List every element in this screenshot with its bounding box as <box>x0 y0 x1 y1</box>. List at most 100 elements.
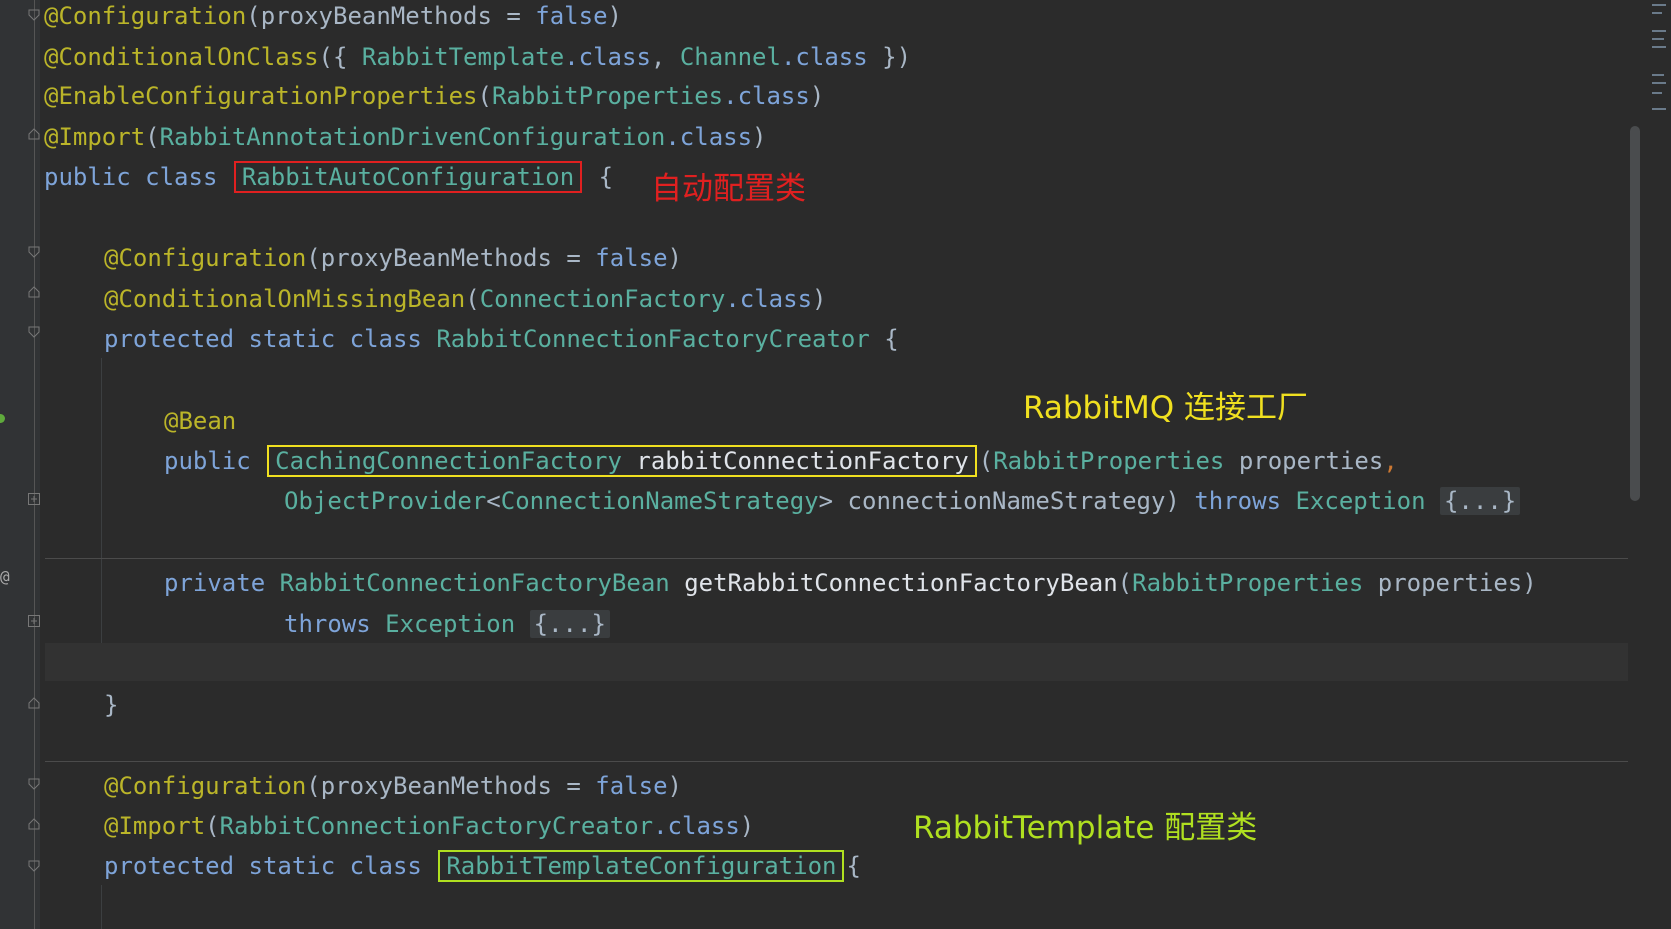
code-text: < <box>486 487 501 515</box>
code-line[interactable]: @Import(RabbitAnnotationDrivenConfigurat… <box>44 117 767 157</box>
code-text: { <box>869 325 899 353</box>
keyword: .class <box>725 285 813 313</box>
method-name: getRabbitConnectionFactoryBean <box>684 569 1118 597</box>
code-line[interactable]: @Bean <box>164 401 236 441</box>
method-separator <box>45 558 1640 559</box>
code-text: (proxyBeanMethods = <box>246 2 536 30</box>
override-marker-icon[interactable]: @ <box>0 567 10 586</box>
minimap-mark <box>1652 82 1666 84</box>
keyword: protected static class <box>104 852 437 880</box>
fold-close-icon[interactable] <box>28 818 40 830</box>
keyword: false <box>535 2 608 30</box>
code-line[interactable]: public class RabbitAutoConfiguration { <box>44 157 613 197</box>
keyword: false <box>595 772 668 800</box>
code-line[interactable]: @Configuration(proxyBeanMethods = false) <box>104 766 682 806</box>
code-editor[interactable]: @ @Configuration(proxyBeanMethods = fals… <box>0 0 1671 929</box>
class-name: ConnectionNameStrategy <box>500 487 819 515</box>
fold-open-icon[interactable] <box>28 9 40 21</box>
code-text: ( <box>1117 569 1133 597</box>
code-line[interactable]: protected static class RabbitTemplateCon… <box>104 846 861 886</box>
fold-open-icon[interactable] <box>28 860 40 872</box>
keyword: public <box>164 447 266 475</box>
class-name: RabbitTemplate <box>361 43 565 71</box>
code-line[interactable]: public CachingConnectionFactory rabbitCo… <box>164 441 1398 481</box>
keyword: .class <box>723 82 810 110</box>
connection-factory-label: RabbitMQ 连接工厂 <box>1023 390 1308 426</box>
code-text: ) <box>752 123 767 151</box>
code-text: properties) <box>1363 569 1537 597</box>
code-text: { <box>846 852 861 880</box>
annotation: @Import <box>104 812 206 840</box>
collapsed-block[interactable]: {...} <box>1439 487 1521 515</box>
keyword: .class <box>653 812 740 840</box>
code-line[interactable]: @ConditionalOnMissingBean(ConnectionFact… <box>104 279 826 319</box>
fold-open-icon[interactable] <box>28 778 40 790</box>
keyword: public class <box>44 163 232 191</box>
code-line[interactable]: private RabbitConnectionFactoryBean getR… <box>164 563 1537 603</box>
keyword: .class <box>780 43 868 71</box>
annotation: @Configuration <box>104 244 307 272</box>
minimap-mark <box>1652 38 1664 40</box>
fold-open-icon[interactable] <box>28 326 40 338</box>
class-name: RabbitConnectionFactoryCreator <box>219 812 654 840</box>
class-name: Channel <box>679 43 781 71</box>
code-text: (proxyBeanMethods = <box>306 244 596 272</box>
annotation: @Bean <box>164 407 237 435</box>
class-name: ObjectProvider <box>284 487 487 515</box>
code-line[interactable]: } <box>104 685 118 725</box>
class-name: Exception <box>1295 487 1426 515</box>
keyword: .class <box>564 43 651 71</box>
code-text: } <box>104 691 119 719</box>
code-line[interactable]: throws Exception {...} <box>284 604 610 644</box>
highlighted-method-signature: CachingConnectionFactory rabbitConnectio… <box>267 445 977 477</box>
class-name: ConnectionFactory <box>479 285 726 313</box>
code-line[interactable]: @Import(RabbitConnectionFactoryCreator.c… <box>104 806 754 846</box>
fold-expand-icon[interactable] <box>28 493 40 505</box>
code-text: ({ <box>318 43 362 71</box>
keyword: .class <box>665 123 753 151</box>
code-line[interactable]: @ConditionalOnClass({ RabbitTemplate.cla… <box>44 37 911 77</box>
code-text: , <box>1383 447 1398 475</box>
code-line[interactable]: @EnableConfigurationProperties(RabbitPro… <box>44 76 824 116</box>
fold-close-icon[interactable] <box>28 286 40 298</box>
code-line[interactable]: @Configuration(proxyBeanMethods = false) <box>104 238 682 278</box>
class-name: RabbitConnectionFactoryCreator <box>436 325 870 353</box>
keyword: protected static class <box>104 325 437 353</box>
class-name: RabbitProperties <box>491 82 724 110</box>
class-name: RabbitConnectionFactoryBean <box>279 569 670 597</box>
code-text: ( <box>465 285 480 313</box>
method-separator <box>45 761 1640 762</box>
annotation: @Configuration <box>44 2 247 30</box>
highlighted-class-name: RabbitTemplateConfiguration <box>438 850 845 882</box>
code-text: ) <box>607 2 622 30</box>
code-line[interactable]: @Configuration(proxyBeanMethods = false) <box>44 0 622 36</box>
scrollbar-thumb[interactable] <box>1630 126 1640 501</box>
code-text: ( <box>978 447 994 475</box>
fold-close-icon[interactable] <box>28 128 40 140</box>
fold-open-icon[interactable] <box>28 246 40 258</box>
annotation: @ConditionalOnClass <box>44 43 319 71</box>
indent-guide <box>101 885 102 929</box>
code-text: ) <box>667 244 682 272</box>
code-text: ) <box>667 772 682 800</box>
code-text: }) <box>867 43 912 71</box>
collapsed-block[interactable]: {...} <box>529 610 610 638</box>
fold-close-icon[interactable] <box>28 697 40 709</box>
code-text: ) <box>812 285 827 313</box>
minimap-mark <box>1652 46 1666 48</box>
keyword: throws <box>1194 487 1296 515</box>
annotation: @Import <box>44 123 146 151</box>
code-text: (proxyBeanMethods = <box>306 772 596 800</box>
code-text: ) <box>809 82 825 110</box>
class-name: RabbitAnnotationDrivenConfiguration <box>159 123 666 151</box>
keyword: throws <box>284 610 386 638</box>
method-name: rabbitConnectionFactory <box>636 447 969 475</box>
code-line[interactable]: ObjectProvider<ConnectionNameStrategy> c… <box>284 481 1521 521</box>
fold-expand-icon[interactable] <box>28 615 40 627</box>
code-line[interactable]: protected static class RabbitConnectionF… <box>104 319 899 359</box>
caret-line-highlight <box>45 643 1640 681</box>
class-name: CachingConnectionFactory <box>275 447 622 475</box>
keyword: private <box>164 569 280 597</box>
code-text: { <box>584 163 614 191</box>
